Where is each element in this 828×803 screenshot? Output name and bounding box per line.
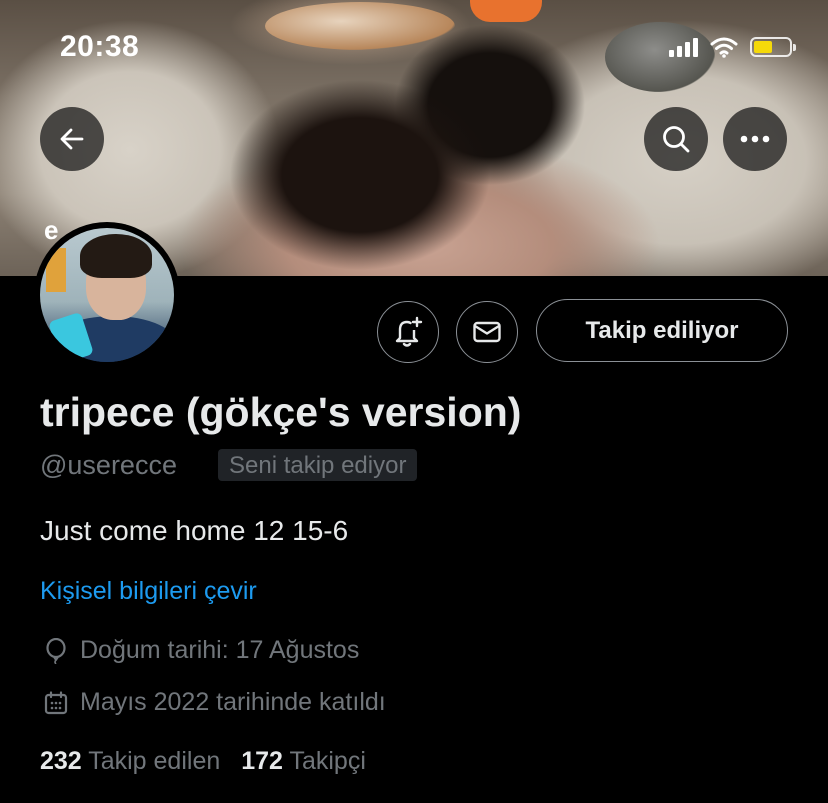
envelope-icon	[473, 321, 501, 343]
following-count: 232	[40, 747, 82, 775]
following-button[interactable]: Takip ediliyor	[536, 299, 788, 362]
status-icons	[669, 36, 796, 58]
followers-link[interactable]: 172 Takipçi	[241, 747, 366, 776]
status-time: 20:38	[60, 30, 140, 63]
search-button[interactable]	[644, 107, 708, 171]
birthday-row: Doğum tarihi: 17 Ağustos	[44, 636, 359, 665]
balloon-icon	[44, 637, 68, 664]
follows-you-badge: Seni takip ediyor	[218, 449, 418, 481]
calendar-icon	[44, 690, 68, 715]
bell-plus-icon	[395, 316, 423, 347]
translate-bio-link[interactable]: Kişisel bilgileri çevir	[40, 577, 257, 606]
profile-handle: @userecce	[40, 450, 177, 480]
banner-dog-shape	[265, 2, 455, 50]
profile-bio: Just come home 12 15-6	[40, 515, 349, 546]
avatar-photo	[40, 228, 174, 362]
birthday-text: Doğum tarihi: 17 Ağustos	[80, 636, 360, 664]
search-icon	[663, 126, 690, 153]
avatar[interactable]	[34, 222, 180, 368]
signal-icon	[669, 37, 698, 57]
followers-count: 172	[241, 747, 283, 775]
arrow-left-icon	[60, 128, 84, 150]
wifi-icon	[710, 37, 738, 58]
joined-text: Mayıs 2022 tarihinde katıldı	[80, 688, 386, 716]
following-link[interactable]: 232 Takip edilen	[40, 747, 220, 776]
battery-charging-icon	[750, 37, 796, 57]
following-label: Takip edilen	[88, 747, 221, 775]
more-button[interactable]	[723, 107, 787, 171]
back-button[interactable]	[40, 107, 104, 171]
display-name: tripece (gökçe's version)	[40, 389, 522, 435]
joined-row: Mayıs 2022 tarihinde katıldı	[44, 688, 386, 717]
notifications-button[interactable]	[377, 301, 439, 363]
message-button[interactable]	[456, 301, 518, 363]
follow-stats: 232 Takip edilen 172 Takipçi	[40, 747, 366, 776]
banner-bowl-shape	[470, 0, 542, 22]
followers-label: Takipçi	[289, 747, 366, 775]
more-horizontal-icon	[740, 135, 770, 143]
